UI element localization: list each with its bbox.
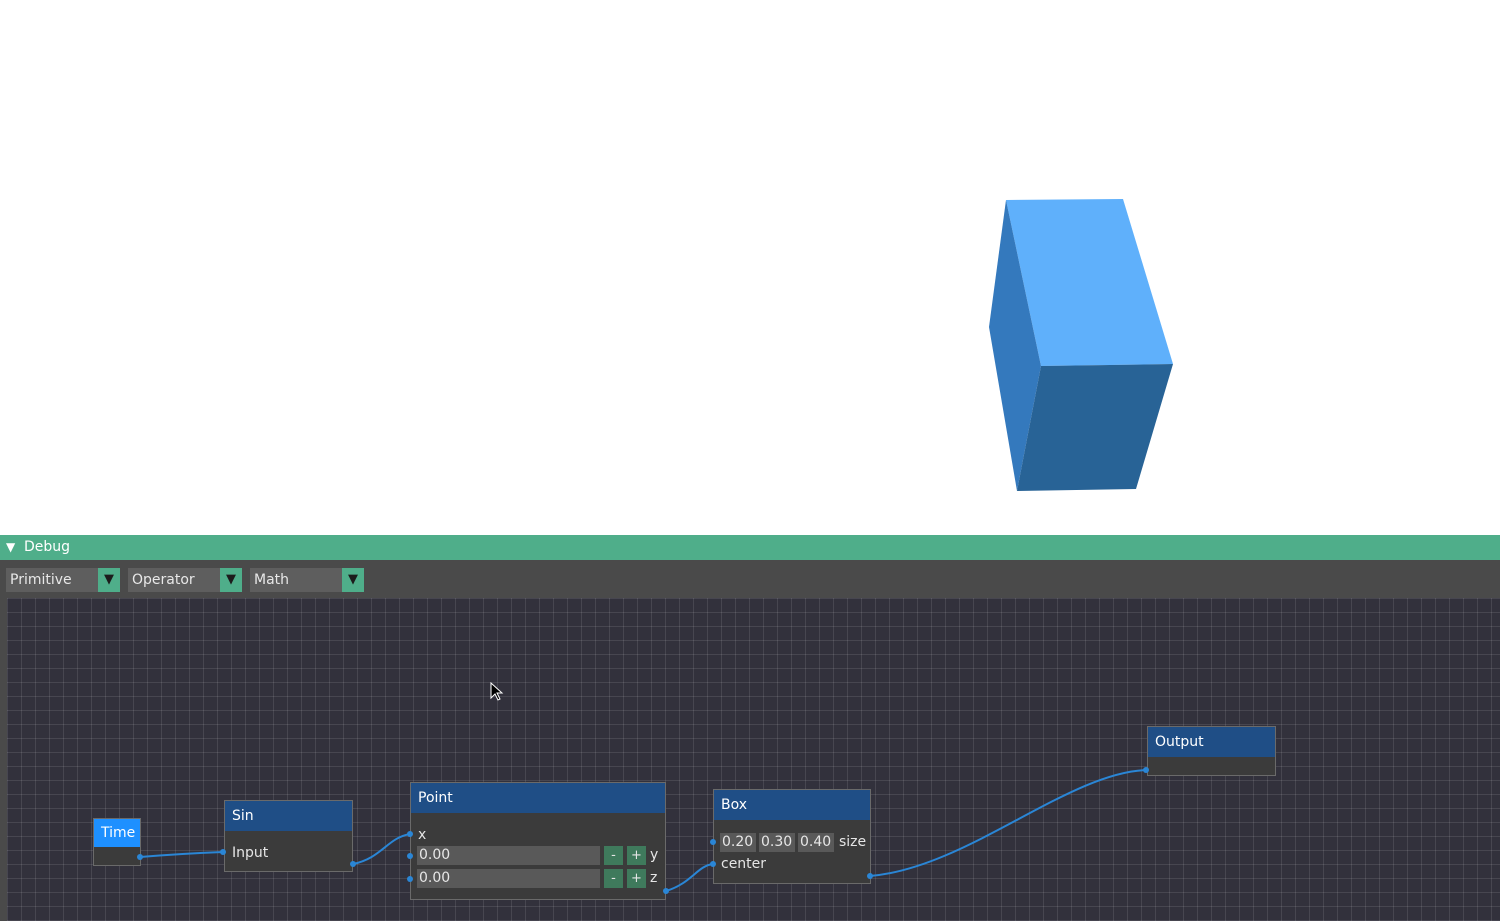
wire-sin-to-point[interactable] — [352, 833, 411, 865]
point-z-input-port[interactable] — [407, 876, 413, 882]
point-y-label: y — [650, 847, 659, 863]
node-toolbar: Primitive ▼ Operator ▼ Math ▼ — [0, 560, 1500, 598]
operator-dropdown[interactable]: Operator ▼ — [128, 568, 242, 592]
viewport-canvas[interactable] — [0, 0, 1500, 535]
point-y-increment-button[interactable]: + — [627, 846, 646, 865]
output-input-port[interactable] — [1143, 767, 1149, 773]
point-z-decrement-button[interactable]: - — [604, 869, 623, 888]
point-node[interactable]: Point x 0.00 - + y 0.00 - + z — [410, 782, 666, 900]
point-y-input-port[interactable] — [407, 853, 413, 859]
output-node-title[interactable]: Output — [1148, 727, 1275, 757]
point-node-title[interactable]: Point — [411, 783, 665, 813]
sin-output-port[interactable] — [350, 861, 356, 867]
sin-input-label: Input — [232, 845, 269, 861]
box-size-z-input[interactable]: 0.40 — [798, 833, 834, 852]
box-center-input-port[interactable] — [710, 861, 716, 867]
chevron-down-icon[interactable]: ▼ — [98, 568, 120, 592]
box-node-title[interactable]: Box — [714, 790, 870, 820]
sin-node-title[interactable]: Sin — [225, 801, 352, 831]
time-node-title[interactable]: Time — [94, 819, 140, 847]
box-output-port[interactable] — [867, 873, 873, 879]
mouse-cursor-icon — [490, 682, 504, 701]
box-size-label: size — [839, 834, 867, 850]
box-center-label: center — [721, 856, 767, 872]
box-front-face — [1017, 364, 1173, 491]
debug-panel-title: Debug — [24, 539, 71, 555]
sin-node[interactable]: Sin Input — [224, 800, 353, 872]
point-z-increment-button[interactable]: + — [627, 869, 646, 888]
graph-left-border — [0, 598, 7, 921]
point-z-input[interactable]: 0.00 — [417, 869, 600, 888]
output-node[interactable]: Output — [1147, 726, 1276, 776]
primitive-dropdown[interactable]: Primitive ▼ — [6, 568, 120, 592]
point-output-port[interactable] — [663, 888, 669, 894]
point-y-input[interactable]: 0.00 — [417, 846, 600, 865]
chevron-down-icon[interactable]: ▼ — [220, 568, 242, 592]
wire-box-to-output[interactable] — [869, 769, 1147, 877]
debug-panel-header[interactable]: ▼ Debug — [0, 535, 1500, 560]
primitive-dropdown-label: Primitive — [10, 572, 72, 588]
point-x-label: x — [418, 827, 427, 843]
point-x-input-port[interactable] — [407, 831, 413, 837]
time-output-port[interactable] — [137, 854, 143, 860]
point-y-decrement-button[interactable]: - — [604, 846, 623, 865]
node-graph-canvas[interactable]: Time Sin Input Point x 0.00 - + y 0.00 -… — [7, 598, 1500, 921]
chevron-down-icon[interactable]: ▼ — [342, 568, 364, 592]
wire-time-to-sin[interactable] — [139, 851, 224, 858]
box-node[interactable]: Box 0.20 0.30 0.40 size center — [713, 789, 871, 884]
box-size-input-port[interactable] — [710, 839, 716, 845]
math-dropdown[interactable]: Math ▼ — [250, 568, 364, 592]
point-z-label: z — [650, 870, 658, 886]
math-dropdown-label: Math — [254, 572, 290, 588]
3d-viewport[interactable] — [0, 0, 1500, 535]
time-node[interactable]: Time — [93, 818, 141, 866]
collapse-triangle-icon[interactable]: ▼ — [6, 535, 15, 560]
operator-dropdown-label: Operator — [132, 572, 195, 588]
box-size-y-input[interactable]: 0.30 — [759, 833, 795, 852]
box-size-x-input[interactable]: 0.20 — [720, 833, 756, 852]
sin-input-port[interactable] — [220, 849, 226, 855]
wire-point-to-box[interactable] — [665, 863, 714, 892]
